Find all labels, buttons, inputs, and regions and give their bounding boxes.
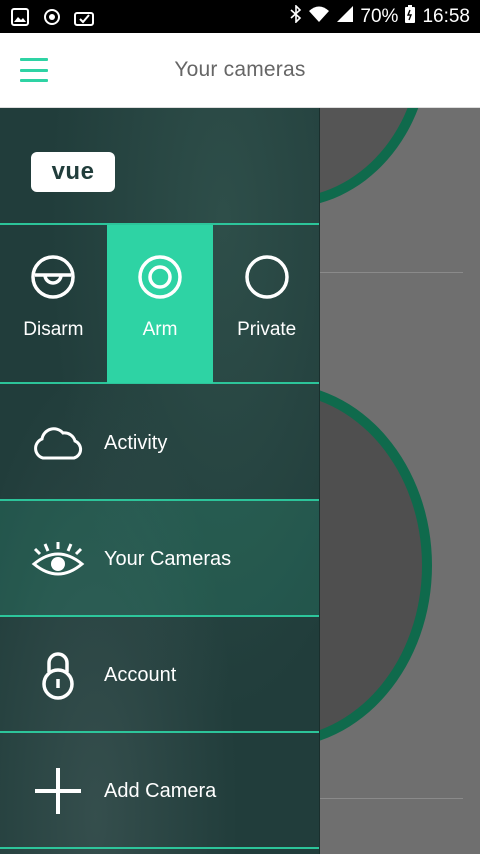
image-notification-icon <box>10 7 30 27</box>
status-bar: 70% 16:58 <box>0 0 480 33</box>
list-divider <box>320 272 463 273</box>
vue-logo: vue <box>31 152 115 192</box>
menu-icon[interactable] <box>20 58 48 82</box>
disarm-icon <box>31 255 76 299</box>
battery-percent: 70% <box>360 5 399 27</box>
nav-item-your-cameras-label: Your Cameras <box>104 547 232 570</box>
list-divider <box>320 798 463 799</box>
navigation-drawer: vue Disarm Arm Private Activity Your Cam… <box>0 108 320 854</box>
mode-arm-label: Arm <box>142 319 178 340</box>
bluetooth-icon <box>290 3 302 29</box>
clock: 16:58 <box>422 5 470 27</box>
private-icon <box>244 255 289 299</box>
signal-icon <box>336 5 354 29</box>
cloud-icon <box>30 418 86 468</box>
eye-icon <box>30 534 86 584</box>
nav-item-add-camera[interactable]: Add Camera <box>0 733 319 849</box>
divider <box>0 382 319 384</box>
mode-disarm-button[interactable]: Disarm <box>0 225 107 383</box>
security-mode-selector: Disarm Arm Private <box>0 225 319 383</box>
wifi-icon <box>308 5 330 29</box>
mode-arm-button[interactable]: Arm <box>106 225 214 383</box>
app-bar: Your cameras <box>0 33 480 108</box>
nav-item-activity[interactable]: Activity <box>0 385 319 501</box>
page-title: Your cameras <box>174 58 306 81</box>
nav-item-your-cameras[interactable]: Your Cameras <box>0 501 319 617</box>
mode-private-label: Private <box>237 319 297 340</box>
divider <box>0 847 319 849</box>
arm-icon <box>138 255 182 299</box>
mode-disarm-label: Disarm <box>23 319 84 340</box>
lock-icon <box>30 650 86 700</box>
nav-item-account[interactable]: Account <box>0 617 319 733</box>
mode-private-button[interactable]: Private <box>213 225 319 383</box>
nav-item-activity-label: Activity <box>104 431 168 454</box>
sync-notification-icon <box>42 7 62 27</box>
battery-icon <box>404 4 416 30</box>
nav-item-add-camera-label: Add Camera <box>104 779 217 802</box>
task-notification-icon <box>74 7 94 27</box>
nav-item-account-label: Account <box>104 663 177 686</box>
plus-icon <box>30 766 86 816</box>
